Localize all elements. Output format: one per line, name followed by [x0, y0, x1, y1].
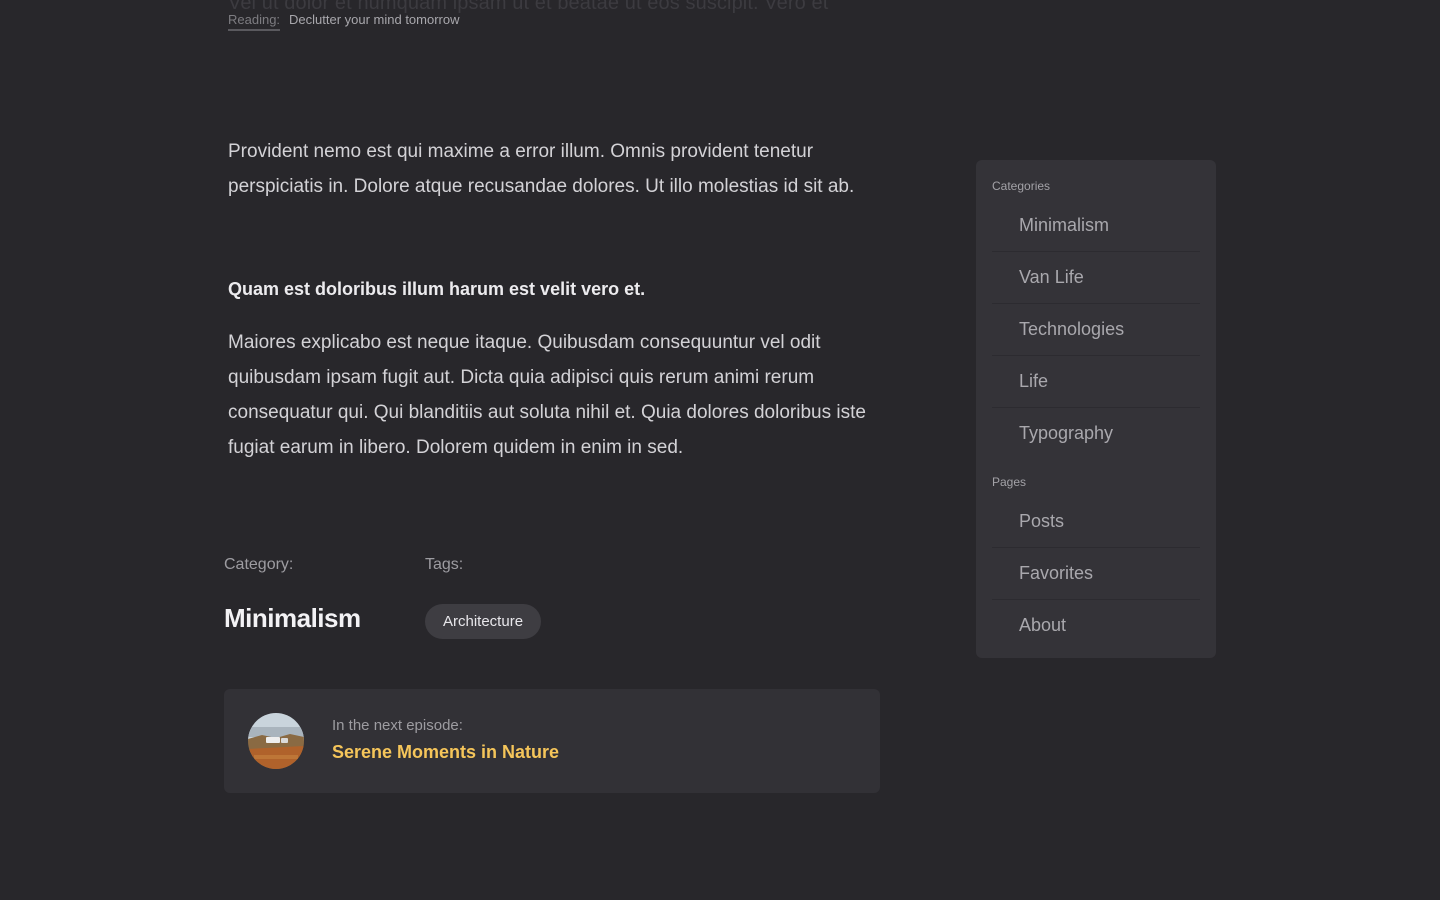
sidebar-item-life[interactable]: Life	[992, 356, 1200, 408]
next-episode-label: In the next episode:	[332, 717, 463, 734]
next-episode-thumbnail	[248, 713, 304, 769]
article-subheading: Quam est doloribus illum harum est velit…	[228, 279, 646, 299]
article-paragraph: Provident nemo est qui maxime a error il…	[228, 141, 855, 197]
page: Vel ut dolor et numquam ipsam ut et beat…	[0, 0, 1440, 900]
pages-list: Posts Favorites About	[992, 496, 1200, 651]
pages-heading: Pages	[992, 475, 1027, 489]
reading-title[interactable]: Declutter your mind tomorrow	[289, 12, 460, 27]
reading-progress-bar: Vel ut dolor et numquam ipsam ut et beat…	[0, 0, 1440, 40]
article-paragraph: Maiores explicabo est neque itaque. Quib…	[228, 332, 866, 458]
sidebar-item-about[interactable]: About	[992, 600, 1200, 651]
sidebar-item-technologies[interactable]: Technologies	[992, 304, 1200, 356]
tags-label: Tags:	[425, 556, 464, 573]
category-label: Category:	[224, 556, 294, 573]
next-episode-title[interactable]: Serene Moments in Nature	[332, 742, 559, 763]
reading-label: Reading:	[228, 12, 281, 31]
tag-chip[interactable]: Architecture	[425, 604, 542, 639]
sidebar-item-posts[interactable]: Posts	[992, 496, 1200, 548]
sidebar-item-minimalism[interactable]: Minimalism	[992, 200, 1200, 252]
category-link[interactable]: Minimalism	[224, 603, 361, 634]
landscape-image-icon	[248, 713, 304, 769]
sidebar-menu: Categories Minimalism Van Life Technolog…	[976, 160, 1216, 658]
next-episode-card[interactable]: In the next episode: Serene Moments in N…	[224, 689, 880, 793]
sidebar-item-favorites[interactable]: Favorites	[992, 548, 1200, 600]
sidebar-item-typography[interactable]: Typography	[992, 408, 1200, 459]
categories-list: Minimalism Van Life Technologies Life Ty…	[992, 200, 1200, 459]
sidebar-item-van-life[interactable]: Van Life	[992, 252, 1200, 304]
categories-heading: Categories	[992, 179, 1051, 193]
